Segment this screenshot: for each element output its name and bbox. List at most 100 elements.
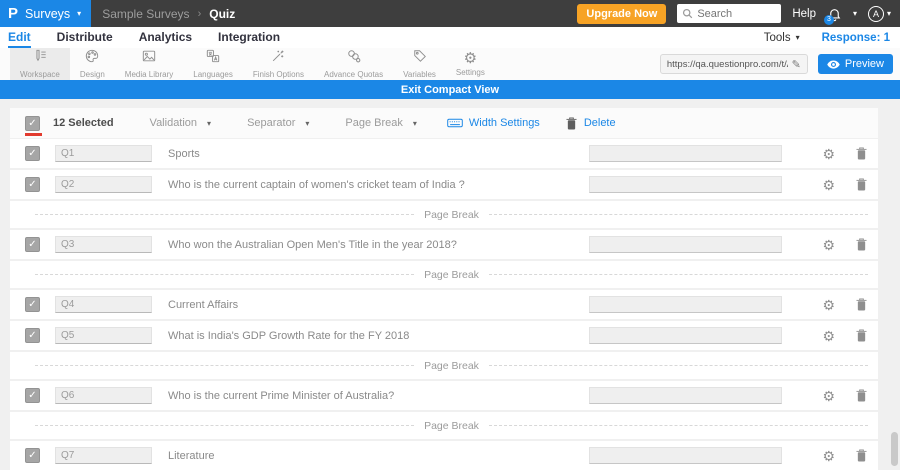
question-row: What is India's GDP Growth Rate for the … (10, 321, 878, 350)
width-settings-label: Width Settings (468, 117, 540, 129)
notifications-bell-icon[interactable]: 3 (823, 6, 842, 25)
question-text[interactable]: What is India's GDP Growth Rate for the … (168, 330, 409, 342)
tab-distribute[interactable]: Distribute (57, 27, 113, 48)
help-link[interactable]: Help (792, 8, 816, 20)
row-settings-gear-icon[interactable]: ⚙ (822, 389, 835, 403)
exit-compact-view-bar[interactable]: Exit Compact View (0, 80, 900, 99)
edit-url-pencil-icon[interactable]: ✎ (792, 58, 801, 71)
question-code-input[interactable] (55, 236, 152, 253)
delete-label: Delete (583, 117, 616, 129)
row-settings-gear-icon[interactable]: ⚙ (822, 238, 835, 252)
tools-menu[interactable]: Tools ▾ (764, 32, 800, 44)
row-delete-trash-icon[interactable] (856, 238, 867, 251)
row-secondary-input[interactable] (589, 387, 783, 404)
preview-button[interactable]: Preview (817, 54, 893, 74)
toolbar-item-workspace[interactable]: Workspace (10, 48, 70, 80)
row-checkbox[interactable] (25, 328, 40, 343)
row-checkbox[interactable] (25, 388, 40, 403)
question-text[interactable]: Literature (168, 450, 214, 462)
advance-quotas-icon (347, 49, 361, 68)
toolbar-item-settings[interactable]: ⚙ Settings (446, 48, 495, 80)
upgrade-now-button[interactable]: Upgrade Now (577, 3, 667, 24)
row-secondary-input[interactable] (589, 327, 783, 344)
toolbar-item-design[interactable]: Design (70, 48, 115, 80)
row-checkbox[interactable] (25, 297, 40, 312)
separator-label: Separator (247, 117, 296, 129)
validation-dropdown[interactable]: Validation ▾ (150, 117, 212, 129)
page-break-dashed-line (35, 365, 415, 366)
row-checkbox[interactable] (25, 146, 40, 161)
avatar: A (867, 5, 884, 22)
topbar: P Surveys ▾ Sample Surveys › Quiz Upgrad… (0, 0, 900, 27)
width-settings-button[interactable]: Width Settings (447, 117, 540, 129)
survey-url-box: ✎ (659, 54, 808, 74)
row-secondary-input[interactable] (589, 236, 783, 253)
row-delete-trash-icon[interactable] (856, 178, 867, 191)
chevron-down-icon: ▾ (795, 32, 800, 42)
tab-integration[interactable]: Integration (218, 27, 280, 48)
question-code-input[interactable] (55, 387, 152, 404)
question-text[interactable]: Who won the Australian Open Men's Title … (168, 239, 457, 251)
rows-container: Sports ⚙ Who is the current captain of w… (10, 139, 878, 470)
question-code-input[interactable] (55, 176, 152, 193)
breadcrumb-sample-surveys[interactable]: Sample Surveys (102, 7, 189, 21)
vertical-scrollbar[interactable] (891, 432, 898, 466)
account-menu[interactable]: A ▾ (867, 5, 891, 22)
breadcrumb-quiz: Quiz (209, 6, 236, 21)
question-code-input[interactable] (55, 296, 152, 313)
tab-edit[interactable]: Edit (8, 27, 31, 48)
question-text[interactable]: Current Affairs (168, 299, 238, 311)
tab-analytics[interactable]: Analytics (139, 27, 192, 48)
bulk-delete-button[interactable]: Delete (566, 117, 616, 130)
row-secondary-input[interactable] (589, 296, 783, 313)
response-count-link[interactable]: Response: 1 (822, 32, 890, 44)
toolbar-item-finish-options[interactable]: Finish Options (243, 48, 314, 80)
validation-label: Validation (149, 117, 198, 129)
separator-dropdown[interactable]: Separator ▾ (247, 117, 309, 129)
bulk-action-bar: 12 Selected Validation ▾ Separator ▾ Pag… (10, 108, 878, 138)
chevron-down-icon: ▾ (412, 118, 417, 128)
row-checkbox[interactable] (25, 237, 40, 252)
page-break-dashed-line (488, 425, 868, 426)
row-delete-trash-icon[interactable] (856, 329, 867, 342)
page-break-row-label: Page Break (424, 359, 479, 372)
question-row: Who won the Australian Open Men's Title … (10, 230, 878, 259)
product-name: Surveys (25, 6, 71, 21)
row-secondary-input[interactable] (589, 145, 783, 162)
toolbar-item-languages[interactable]: Languages (183, 48, 243, 80)
row-delete-trash-icon[interactable] (856, 147, 867, 160)
row-checkbox[interactable] (25, 448, 40, 463)
trash-icon (566, 117, 577, 130)
row-delete-trash-icon[interactable] (856, 389, 867, 402)
row-settings-gear-icon[interactable]: ⚙ (822, 178, 835, 192)
survey-url-input[interactable] (666, 58, 788, 70)
row-settings-gear-icon[interactable]: ⚙ (822, 298, 835, 312)
row-secondary-input[interactable] (589, 176, 783, 193)
row-delete-trash-icon[interactable] (856, 298, 867, 311)
row-secondary-input[interactable] (589, 447, 783, 464)
toolbar-item-variables[interactable]: Variables (393, 48, 446, 80)
row-settings-gear-icon[interactable]: ⚙ (822, 449, 835, 463)
question-text[interactable]: Who is the current captain of women's cr… (168, 179, 465, 191)
subnav-right: Tools ▾ Response: 1 (764, 32, 900, 44)
chevron-down-icon: ▾ (207, 118, 212, 128)
select-all-checkbox[interactable] (25, 115, 42, 136)
row-settings-gear-icon[interactable]: ⚙ (822, 329, 835, 343)
question-text[interactable]: Who is the current Prime Minister of Aus… (168, 390, 394, 402)
page-break-dropdown[interactable]: Page Break ▾ (345, 117, 417, 129)
question-code-input[interactable] (55, 327, 152, 344)
row-settings-gear-icon[interactable]: ⚙ (822, 147, 835, 161)
row-delete-trash-icon[interactable] (856, 449, 867, 462)
chevron-down-icon[interactable]: ▾ (853, 9, 857, 18)
page-break-label: Page Break (345, 117, 403, 129)
page-break-dashed-line (35, 274, 415, 275)
toolbar-item-media-library[interactable]: Media Library (115, 48, 183, 80)
row-checkbox[interactable] (25, 177, 40, 192)
toolbar-item-advance-quotas[interactable]: Advance Quotas (314, 48, 393, 80)
search-input[interactable] (697, 7, 777, 20)
question-code-input[interactable] (55, 145, 152, 162)
surveys-menu[interactable]: P Surveys ▾ (0, 0, 92, 27)
width-settings-ruler-icon (447, 118, 463, 128)
question-text[interactable]: Sports (168, 148, 200, 160)
question-code-input[interactable] (55, 447, 152, 464)
